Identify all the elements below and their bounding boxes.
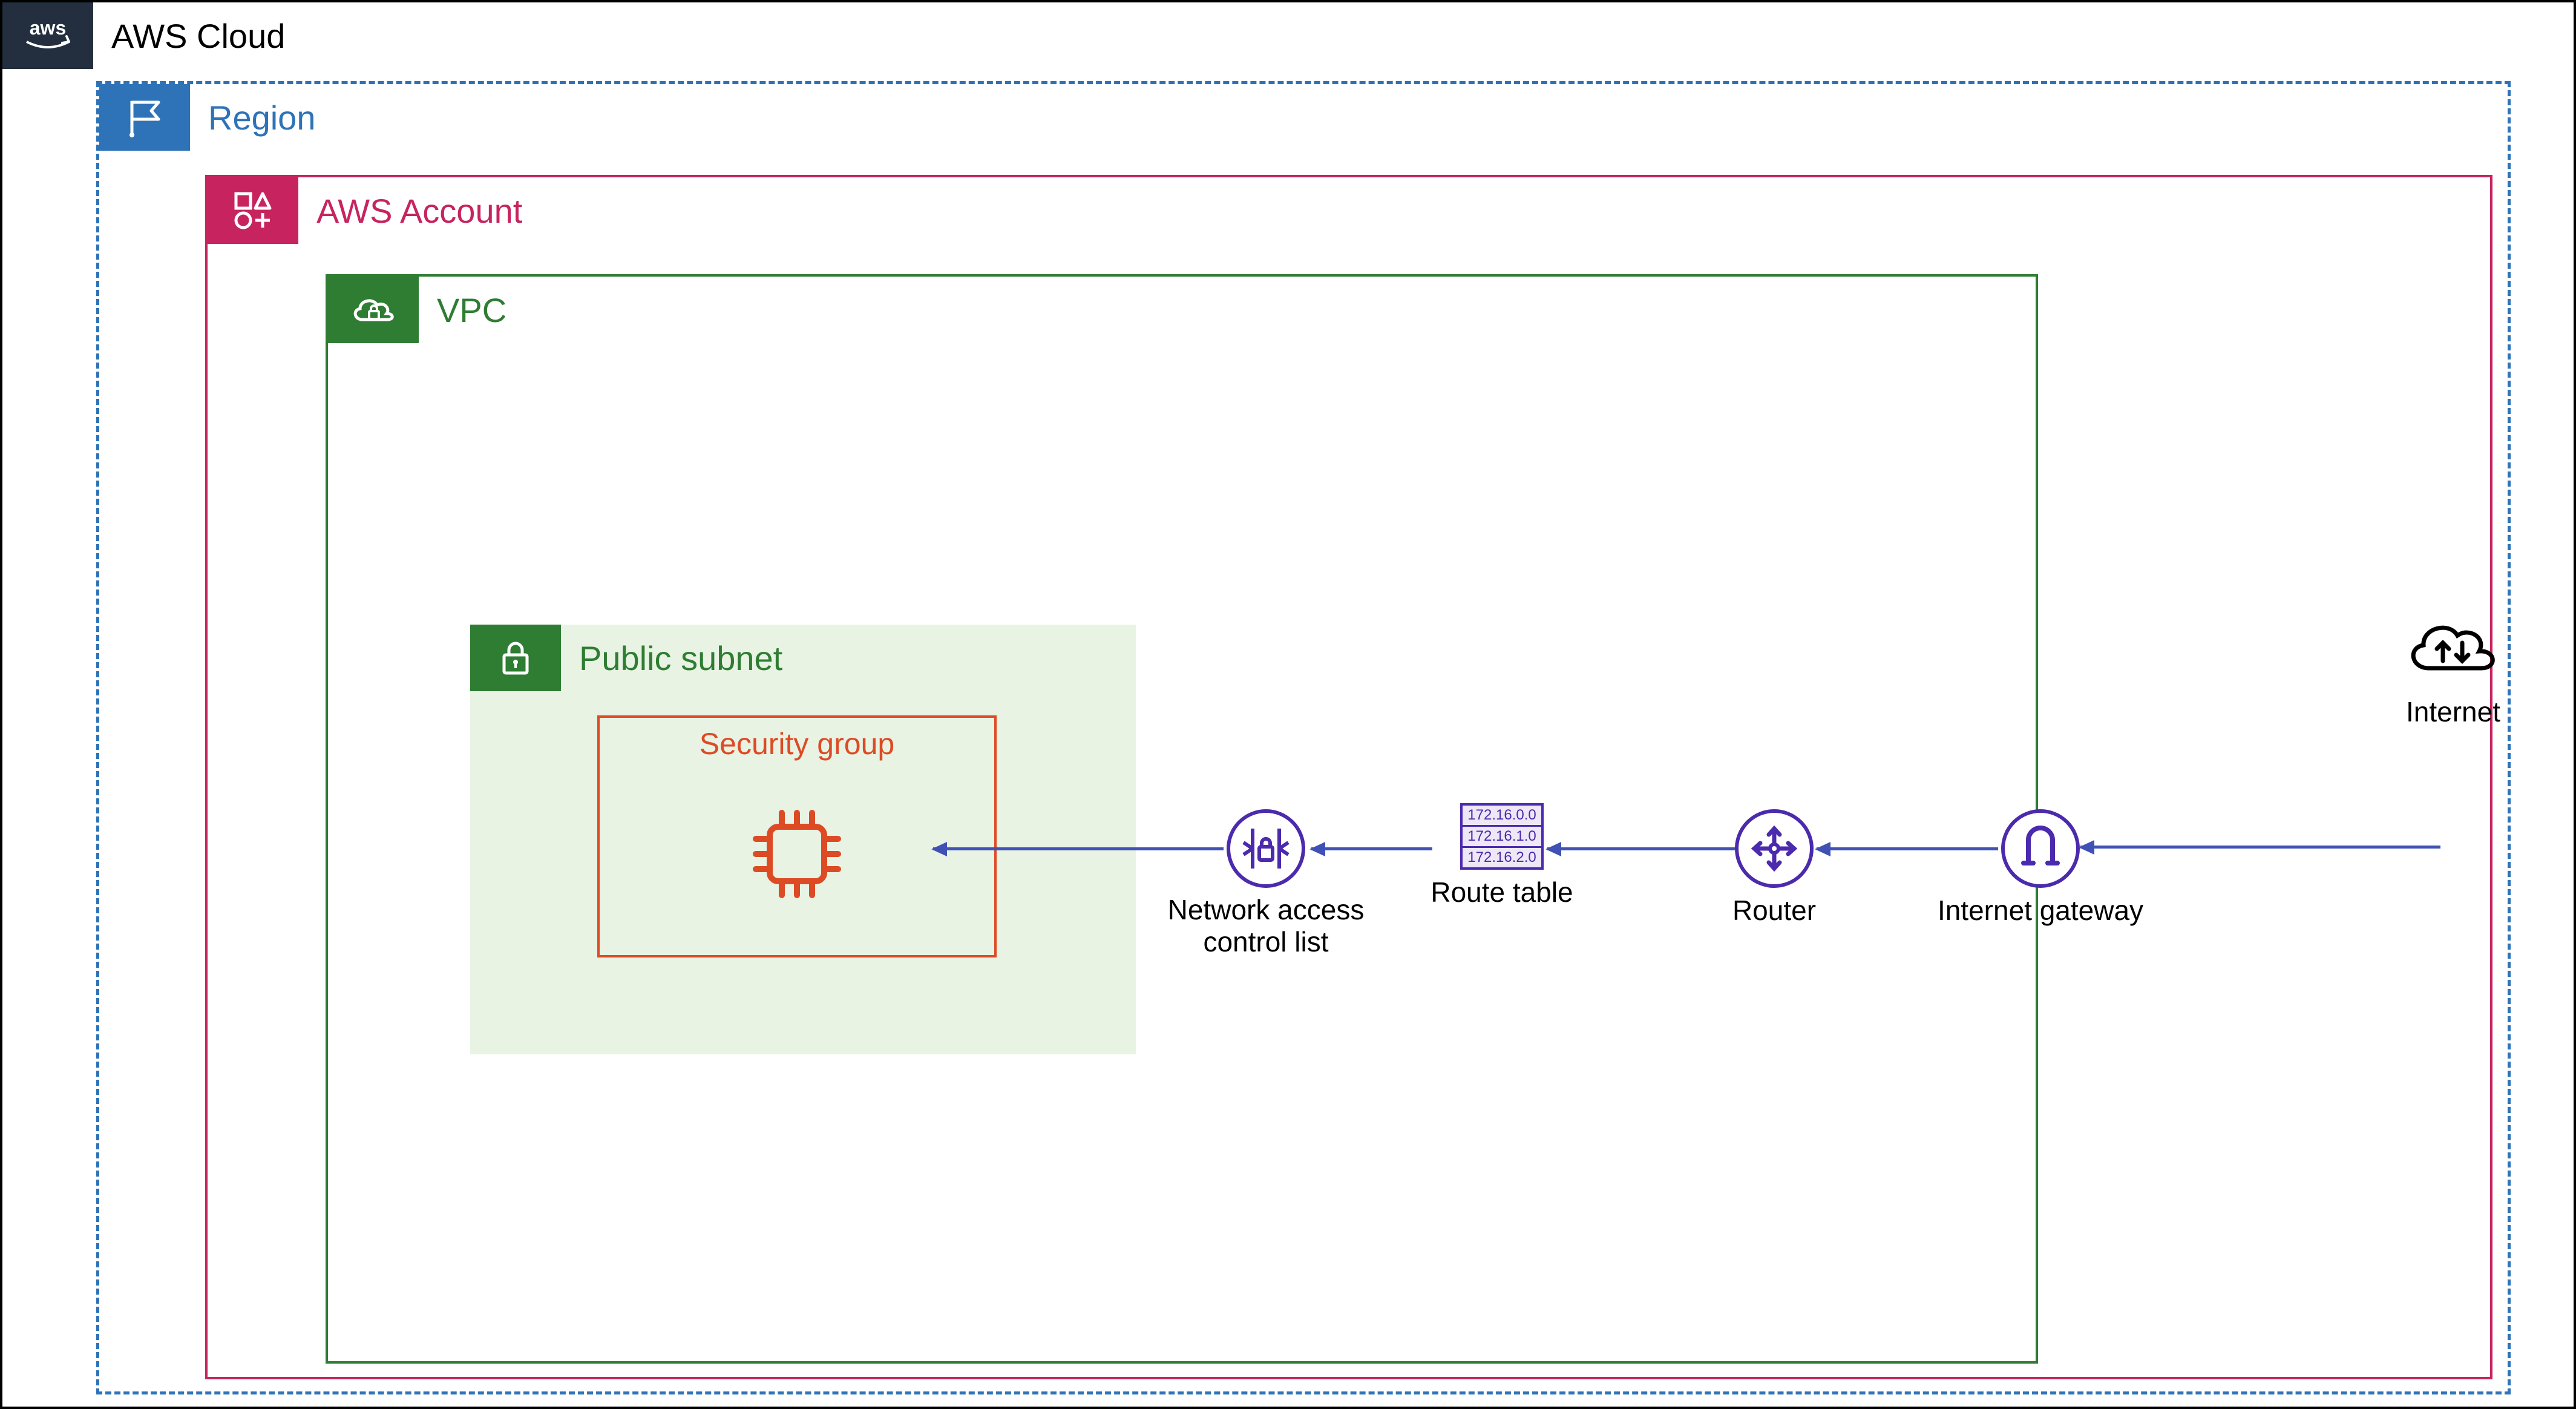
vpc-label: VPC xyxy=(437,291,506,330)
region-flag-icon xyxy=(99,84,190,151)
route-table-label: Route table xyxy=(1411,876,1593,908)
security-group-container: Security group xyxy=(597,715,997,957)
aws-cloud-container: aws AWS Cloud Region xyxy=(2,2,2574,1407)
internet-gateway-node: Internet gateway xyxy=(1919,809,2161,927)
svg-text:aws: aws xyxy=(30,18,66,39)
internet-node: Internet xyxy=(2381,608,2526,728)
region-label: Region xyxy=(208,98,315,137)
ec2-chip-icon xyxy=(742,800,851,911)
security-group-label: Security group xyxy=(600,726,994,761)
router-node: Router xyxy=(1708,809,1841,927)
public-subnet-container: Public subnet Security group xyxy=(470,625,1136,1054)
router-icon xyxy=(1735,809,1814,888)
arrow-igw-to-router xyxy=(1817,847,1998,850)
arrow-router-to-rt xyxy=(1547,847,1735,850)
region-container: Region AWS Account xyxy=(96,81,2511,1394)
account-shapes-icon xyxy=(208,177,298,244)
arrow-internet-to-igw xyxy=(2080,846,2440,849)
arrow-rt-to-nacl xyxy=(1311,847,1432,850)
aws-cloud-label: AWS Cloud xyxy=(111,16,285,56)
arrow-nacl-to-sg xyxy=(933,847,1224,850)
route-table-node: 172.16.0.0 172.16.1.0 172.16.2.0 Route t… xyxy=(1411,803,1593,908)
account-label: AWS Account xyxy=(316,191,522,231)
subnet-label: Public subnet xyxy=(579,639,782,678)
account-container: AWS Account VPC xyxy=(205,175,2492,1379)
internet-gateway-icon xyxy=(2001,809,2080,888)
internet-gateway-label: Internet gateway xyxy=(1919,894,2161,927)
aws-logo-icon: aws xyxy=(2,2,93,69)
subnet-lock-icon xyxy=(470,625,561,691)
nacl-label: Network access control list xyxy=(1145,894,1387,958)
route-table-icon: 172.16.0.0 172.16.1.0 172.16.2.0 xyxy=(1460,803,1543,870)
route-table-row: 172.16.2.0 xyxy=(1463,848,1541,867)
route-table-row: 172.16.0.0 xyxy=(1463,806,1541,827)
internet-label: Internet xyxy=(2381,695,2526,728)
router-label: Router xyxy=(1708,894,1841,927)
vpc-container: VPC xyxy=(326,274,2038,1364)
aws-architecture-diagram: aws AWS Cloud Region xyxy=(0,0,2576,1409)
nacl-node: Network access control list xyxy=(1145,809,1387,958)
route-table-row: 172.16.1.0 xyxy=(1463,827,1541,848)
internet-cloud-icon xyxy=(2402,608,2505,686)
vpc-cloud-icon xyxy=(328,277,419,343)
nacl-icon xyxy=(1227,809,1305,888)
